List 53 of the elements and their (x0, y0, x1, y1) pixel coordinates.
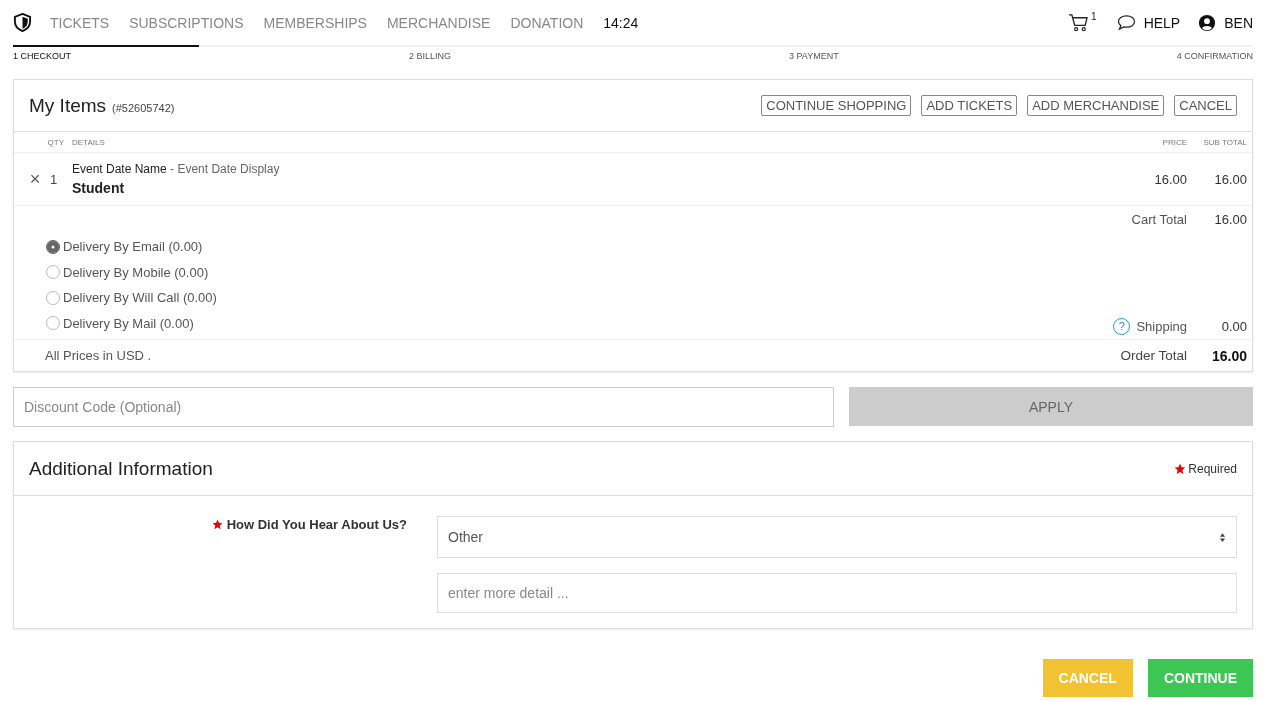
cart-icon[interactable] (1068, 13, 1090, 32)
item-price: 16.00 (1153, 171, 1187, 187)
delivery-option[interactable]: Delivery By Email (0.00) (46, 234, 1114, 260)
star-icon (211, 518, 223, 530)
order-total-label: Order Total (1120, 348, 1187, 363)
total-label: Shipping (1136, 318, 1187, 334)
total-label: Cart Total (1131, 211, 1187, 227)
column-header: QTY (46, 137, 65, 147)
shipping-amount: 0.00 (1220, 318, 1248, 334)
required-note: Required (1188, 461, 1237, 476)
quantity: 1 (50, 171, 59, 187)
remove-item-button[interactable]: × (20, 168, 50, 190)
question-label: How Did You Hear About Us? (226, 516, 407, 532)
nav-link[interactable]: DONATION (510, 14, 584, 31)
column-header: PRICE (1161, 137, 1187, 147)
delivery-option[interactable]: Delivery By Mail (0.00) (46, 310, 1114, 336)
delivery-option[interactable]: Delivery By Mobile (0.00) (46, 259, 1114, 285)
panel-title: My Items (29, 94, 107, 117)
item-subtotal: 16.00 (1213, 171, 1248, 187)
column-header: DETAILS (72, 137, 106, 147)
checkout-step[interactable]: 3 PAYMENT (789, 51, 839, 61)
chat-bubble-icon[interactable] (1116, 14, 1136, 31)
panel-title: Additional Information (29, 457, 213, 480)
delivery-option[interactable]: Delivery By Will Call (0.00) (46, 285, 1114, 311)
cart-action-button[interactable]: CONTINUE SHOPPING (761, 95, 912, 116)
column-header: SUB TOTAL (1202, 137, 1248, 147)
order-number: (#52605742) (112, 101, 175, 114)
ticket-type: Student (72, 180, 126, 196)
nav-link[interactable]: MEMBERSHIPS (263, 14, 367, 31)
radio-button[interactable] (46, 239, 60, 254)
star-icon (1174, 462, 1187, 475)
cart-count: 1 (1091, 11, 1097, 22)
cart-action-button[interactable]: ADD TICKETS (921, 95, 1018, 116)
countdown-timer: 14:24 (603, 14, 639, 31)
user-menu[interactable]: BEN (1224, 14, 1253, 31)
referral-select[interactable]: Other (437, 516, 1237, 558)
checkout-step[interactable]: 4 CONFIRMATION (1176, 51, 1253, 61)
shield-logo-icon[interactable] (13, 13, 32, 32)
order-total: 16.00 (1210, 347, 1248, 364)
cart-total: 16.00 (1213, 211, 1248, 227)
user-avatar-icon[interactable] (1198, 13, 1217, 32)
nav-link[interactable]: MERCHANDISE (386, 14, 491, 31)
checkout-step[interactable]: 2 BILLING (409, 51, 451, 61)
nav-link[interactable]: TICKETS (50, 14, 110, 31)
sort-arrows-icon (1219, 531, 1226, 543)
nav-link[interactable]: SUBSCRIPTIONS (129, 14, 244, 31)
cart-action-button[interactable]: ADD MERCHANDISE (1027, 95, 1165, 116)
event-name: Event Date Name - Event Date Display (72, 162, 281, 176)
detail-field[interactable]: enter more detail ... (437, 573, 1237, 613)
currency-note: All Prices in USD . (44, 348, 152, 363)
checkout-step[interactable]: 1 CHECKOUT (13, 51, 71, 61)
help-link[interactable]: HELP (1143, 14, 1181, 31)
cart-action-button[interactable]: CANCEL (1174, 95, 1237, 116)
